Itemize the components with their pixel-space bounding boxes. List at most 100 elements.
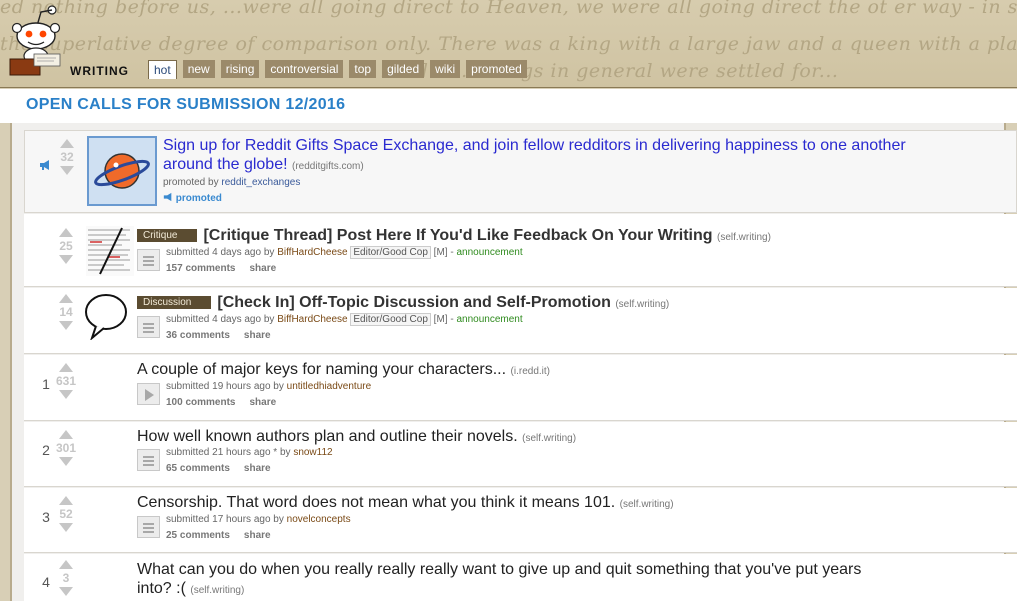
post-actions: 65 comments share xyxy=(166,463,285,474)
comments-link[interactable]: 100 comments xyxy=(166,397,235,408)
post-score: 631 xyxy=(55,374,77,388)
post-row: 1 631 A couple of major keys for naming … xyxy=(24,355,1017,421)
post-title[interactable]: Critique [Critique Thread] Post Here If Y… xyxy=(137,227,771,245)
post-domain[interactable]: self.writing xyxy=(619,299,666,310)
post-meta: submitted 4 days ago by BiffHardCheese E… xyxy=(166,246,523,259)
upvote-arrow-icon[interactable] xyxy=(59,228,73,237)
comments-link[interactable]: 25 comments xyxy=(166,530,230,541)
header-background-script: the superlative degree of comparison onl… xyxy=(0,33,1017,55)
banner-link[interactable]: OPEN CALLS FOR SUBMISSION 12/2016 xyxy=(26,96,345,114)
downvote-arrow-icon[interactable] xyxy=(60,166,74,175)
post-title[interactable]: How well known authors plan and outline … xyxy=(137,428,576,446)
post-author[interactable]: reddit_exchanges xyxy=(221,177,300,188)
upvote-arrow-icon[interactable] xyxy=(59,560,73,569)
post-score: 301 xyxy=(55,441,77,455)
post-list: 32 Sign up for Reddit Gifts Space Exchan… xyxy=(10,123,1017,601)
post-score: 14 xyxy=(59,305,73,319)
announcement-tag: announcement xyxy=(456,314,523,325)
post-score: 32 xyxy=(60,150,74,164)
upvote-arrow-icon[interactable] xyxy=(59,363,73,372)
post-row: 4 3 What can you do when you really real… xyxy=(24,554,1017,601)
post-row: 3 52 Censorship. That word does not mean… xyxy=(24,488,1017,553)
post-author[interactable]: untitledhiadventure xyxy=(287,381,372,392)
downvote-arrow-icon[interactable] xyxy=(59,523,73,532)
post-row: 25 Critique [Critique Thread] Post Here … xyxy=(24,214,1017,287)
post-domain[interactable]: i.redd.it xyxy=(514,366,547,377)
share-link[interactable]: share xyxy=(249,263,276,274)
post-rank: 4 xyxy=(42,574,50,590)
upvote-arrow-icon[interactable] xyxy=(59,496,73,505)
expando-button[interactable] xyxy=(137,249,160,271)
post-row: 14 Discussion [Check In] Off-Topic Discus… xyxy=(24,288,1017,354)
post-author[interactable]: BiffHardCheese xyxy=(277,314,347,325)
mod-tag: [M] xyxy=(433,314,448,325)
post-domain[interactable]: self.writing xyxy=(720,232,767,243)
post-title[interactable]: What can you do when you really really r… xyxy=(137,560,861,600)
downvote-arrow-icon[interactable] xyxy=(59,587,73,596)
post-author[interactable]: BiffHardCheese xyxy=(277,247,347,258)
post-domain[interactable]: self.writing xyxy=(623,499,670,510)
post-rank: 3 xyxy=(42,509,50,525)
video-expando-button[interactable] xyxy=(137,383,160,405)
post-domain[interactable]: self.writing xyxy=(525,433,572,444)
post-score: 3 xyxy=(62,571,70,585)
tab-gilded[interactable]: gilded xyxy=(382,60,425,78)
expando-button[interactable] xyxy=(137,516,160,538)
post-rank: 2 xyxy=(42,442,50,458)
downvote-arrow-icon[interactable] xyxy=(59,255,73,264)
post-flair: Critique xyxy=(137,229,198,242)
tab-hot[interactable]: hot xyxy=(148,60,177,79)
subreddit-title[interactable]: WRITING xyxy=(70,64,129,78)
post-title[interactable]: Sign up for Reddit Gifts Space Exchange,… xyxy=(163,136,906,176)
tab-rising[interactable]: rising xyxy=(220,60,260,78)
post-meta: promoted by reddit_exchanges xyxy=(163,177,301,188)
post-title[interactable]: Censorship. That word does not mean what… xyxy=(137,494,674,512)
promoted-badge: promoted xyxy=(163,192,222,204)
expando-button[interactable] xyxy=(137,316,160,338)
upvote-arrow-icon[interactable] xyxy=(59,430,73,439)
post-title[interactable]: Discussion [Check In] Off-Topic Discussio… xyxy=(137,294,669,312)
share-link[interactable]: share xyxy=(244,530,271,541)
share-link[interactable]: share xyxy=(249,397,276,408)
post-domain[interactable]: redditgifts.com xyxy=(295,161,360,172)
tab-controversial[interactable]: controversial xyxy=(265,60,344,78)
post-thumbnail[interactable] xyxy=(84,292,130,342)
comments-link[interactable]: 65 comments xyxy=(166,463,230,474)
header-background-script: ed nothing before us, ...were all going … xyxy=(0,0,1017,18)
speech-bubble-icon xyxy=(85,294,127,342)
post-thumbnail[interactable] xyxy=(87,136,157,206)
upvote-arrow-icon[interactable] xyxy=(59,294,73,303)
tab-top[interactable]: top xyxy=(349,60,377,78)
comments-link[interactable]: 157 comments xyxy=(166,263,235,274)
post-author[interactable]: novelconcepts xyxy=(287,514,351,525)
post-rank: 1 xyxy=(42,376,50,392)
tab-promoted[interactable]: promoted xyxy=(466,60,527,78)
post-title[interactable]: A couple of major keys for naming your c… xyxy=(137,361,550,379)
downvote-arrow-icon[interactable] xyxy=(59,390,73,399)
user-flair: Editor/Good Cop xyxy=(350,246,431,259)
megaphone-icon xyxy=(163,192,172,202)
announcement-banner: OPEN CALLS FOR SUBMISSION 12/2016 xyxy=(0,89,1017,123)
post-author[interactable]: snow112 xyxy=(293,447,332,458)
downvote-arrow-icon[interactable] xyxy=(59,321,73,330)
vote-arrows: 14 xyxy=(54,294,78,330)
manuscript-icon xyxy=(88,227,130,275)
comments-link[interactable]: 36 comments xyxy=(166,330,230,341)
post-score: 52 xyxy=(59,507,73,521)
tab-new[interactable]: new xyxy=(182,60,215,78)
expando-button[interactable] xyxy=(137,449,160,471)
play-icon xyxy=(145,389,154,401)
post-thumbnail[interactable] xyxy=(86,226,134,276)
vote-arrows: 32 xyxy=(55,139,79,175)
mod-tag: [M] xyxy=(433,247,448,258)
post-meta: submitted 17 hours ago by novelconcepts xyxy=(166,514,351,525)
post-domain[interactable]: self.writing xyxy=(194,585,241,596)
downvote-arrow-icon[interactable] xyxy=(59,457,73,466)
share-link[interactable]: share xyxy=(244,330,271,341)
tab-wiki[interactable]: wiki xyxy=(430,60,461,78)
reddit-alien-logo[interactable] xyxy=(8,4,64,78)
megaphone-icon xyxy=(40,160,49,170)
upvote-arrow-icon[interactable] xyxy=(60,139,74,148)
post-meta: submitted 4 days ago by BiffHardCheese E… xyxy=(166,313,523,326)
share-link[interactable]: share xyxy=(244,463,271,474)
